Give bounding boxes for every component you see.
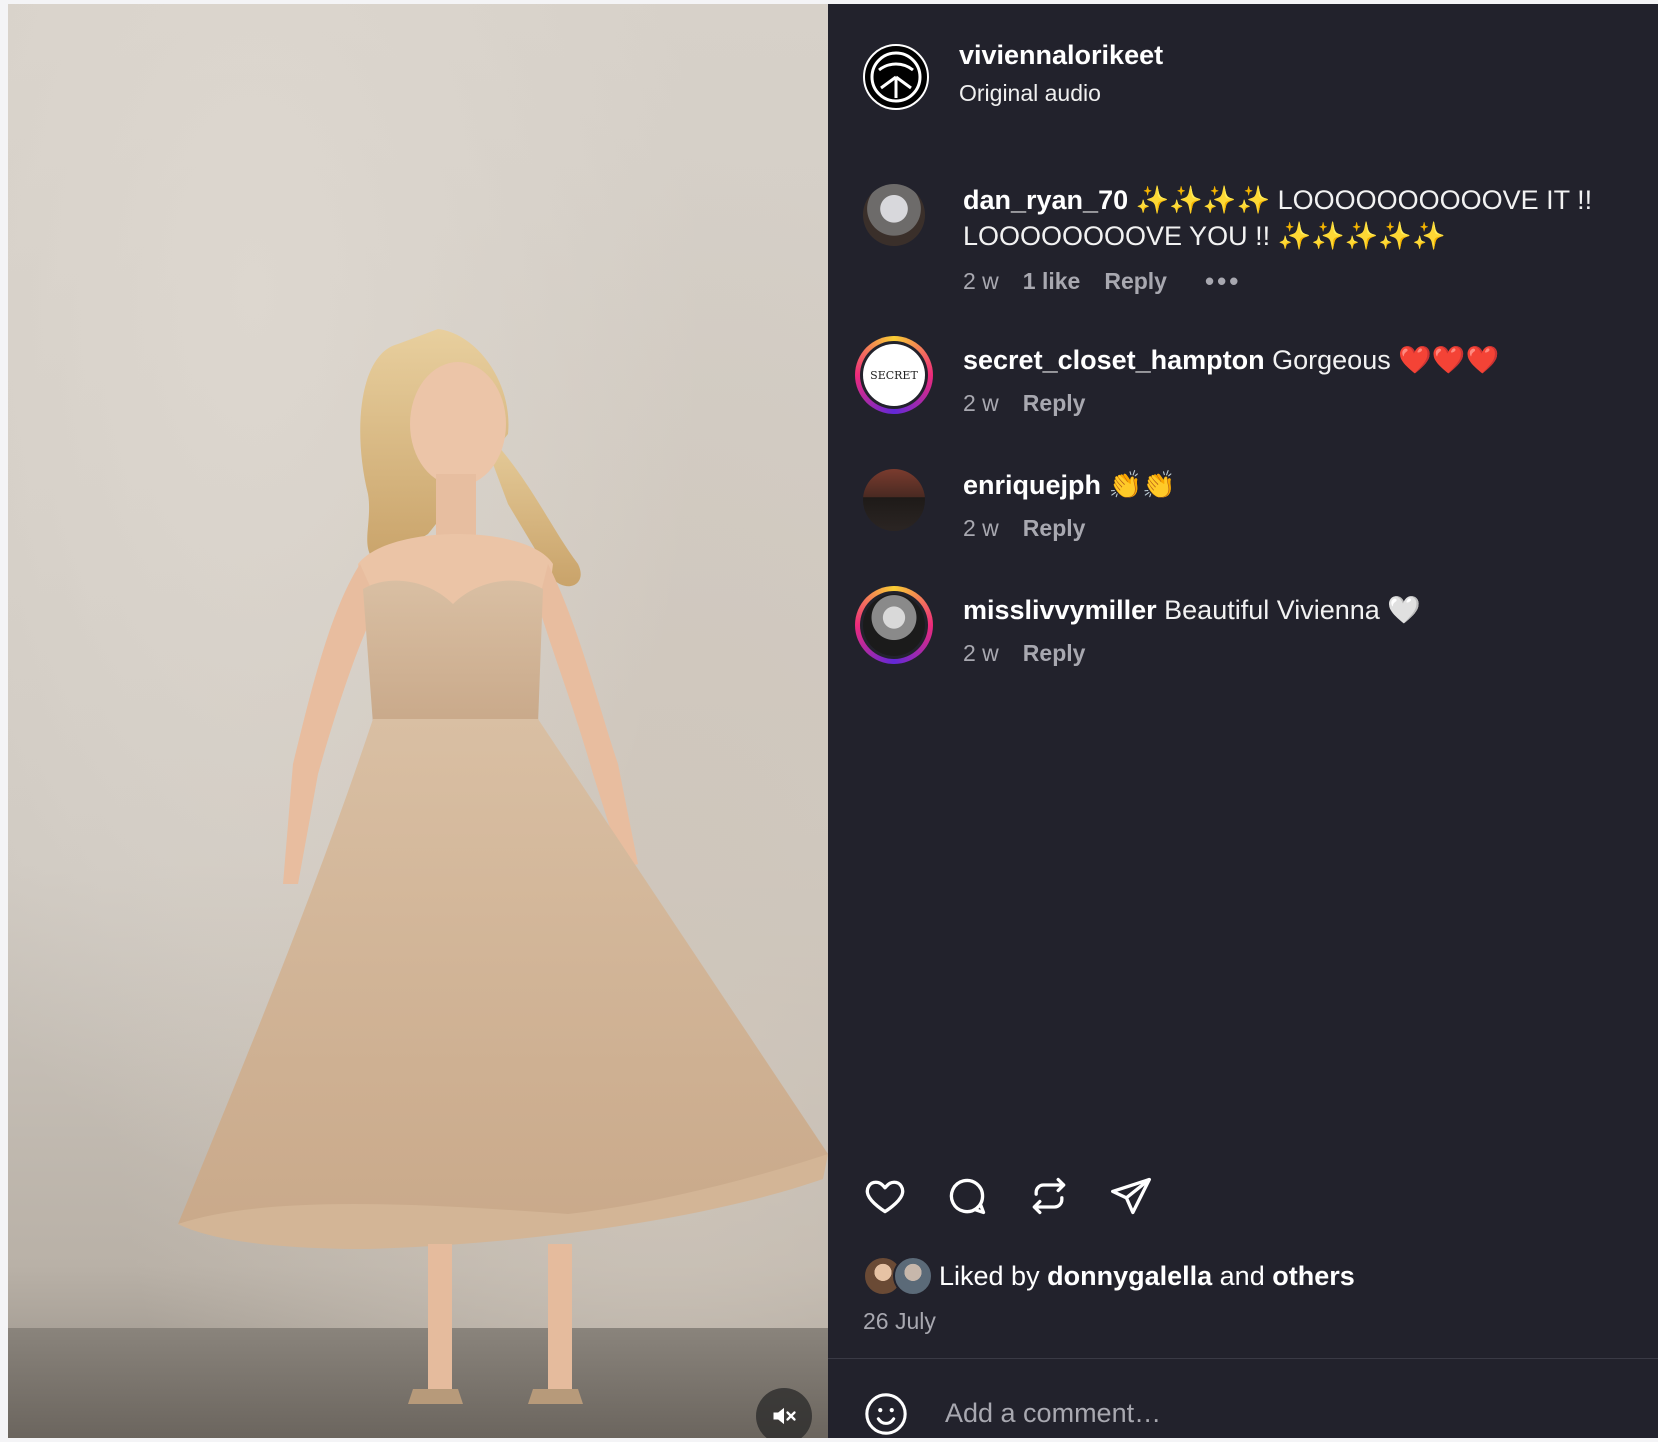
comment-bar [828,1359,1658,1442]
model-photo [178,329,828,1404]
reply-button[interactable]: Reply [1023,515,1086,542]
comment-text: Beautiful Vivienna 🤍 [1164,595,1421,625]
author-avatar[interactable] [863,44,929,110]
liked-by-prefix: Liked by [939,1260,1040,1291]
reply-button[interactable]: Reply [1023,640,1086,667]
post-actions [863,1174,1153,1218]
comment-likes[interactable]: 1 like [1023,268,1081,295]
reply-button[interactable]: Reply [1023,390,1086,417]
comment-time: 2 w [963,268,999,294]
comment-input[interactable] [943,1389,1607,1437]
post-header: viviennalorikeet Original audio [828,4,1658,144]
secret-closet-logo: SECRET [863,344,925,406]
comment-username[interactable]: misslivvymiller [963,595,1157,625]
comment-time: 2 w [963,515,999,541]
comment-text: Gorgeous ❤️❤️❤️ [1272,345,1500,375]
share-icon[interactable] [1109,1174,1153,1218]
comment-text: 👏👏 [1108,470,1176,500]
more-options-icon[interactable]: ••• [1205,266,1241,297]
audio-label[interactable]: Original audio [959,80,1101,107]
speaker-muted-icon [773,1407,796,1425]
comment-meta: 2 w Reply [963,640,1085,667]
comment-time: 2 w [963,640,999,666]
comment-icon[interactable] [945,1174,989,1218]
reply-button[interactable]: Reply [1104,268,1167,295]
repost-icon[interactable] [1027,1174,1071,1218]
liked-by-user[interactable]: donnygalella [1047,1261,1212,1292]
comment-username[interactable]: enriquejph [963,470,1101,500]
commenter-avatar[interactable]: SECRET [855,336,933,414]
mute-button[interactable] [756,1388,812,1438]
avatar-photo [863,594,925,656]
liked-by-middle: and [1219,1260,1265,1291]
author-username[interactable]: viviennalorikeet [959,40,1163,71]
avatar [893,1256,933,1296]
post-date: 26 July [863,1308,936,1334]
liked-by[interactable]: Liked by donnygalella and others [863,1256,1355,1296]
author-logo-icon [870,51,922,103]
post-viewer: viviennalorikeet Original audio dan_ryan… [0,0,1658,1438]
post-side-panel: viviennalorikeet Original audio dan_ryan… [828,4,1658,1438]
heart-icon[interactable] [863,1174,907,1218]
post-media[interactable] [8,4,828,1438]
commenter-avatar[interactable] [863,469,925,531]
comment-meta: 2 w Reply [963,515,1085,542]
comment-meta: 2 w 1 like Reply ••• [963,266,1241,297]
emoji-icon[interactable] [863,1391,909,1437]
comment-meta: 2 w Reply [963,390,1085,417]
commenter-avatar[interactable] [863,184,925,246]
liked-by-others[interactable]: others [1272,1261,1355,1292]
comment-username[interactable]: dan_ryan_70 [963,185,1128,215]
liker-avatars [863,1256,933,1296]
commenter-avatar[interactable] [855,586,933,664]
comment-username[interactable]: secret_closet_hampton [963,345,1265,375]
comment-time: 2 w [963,390,999,416]
